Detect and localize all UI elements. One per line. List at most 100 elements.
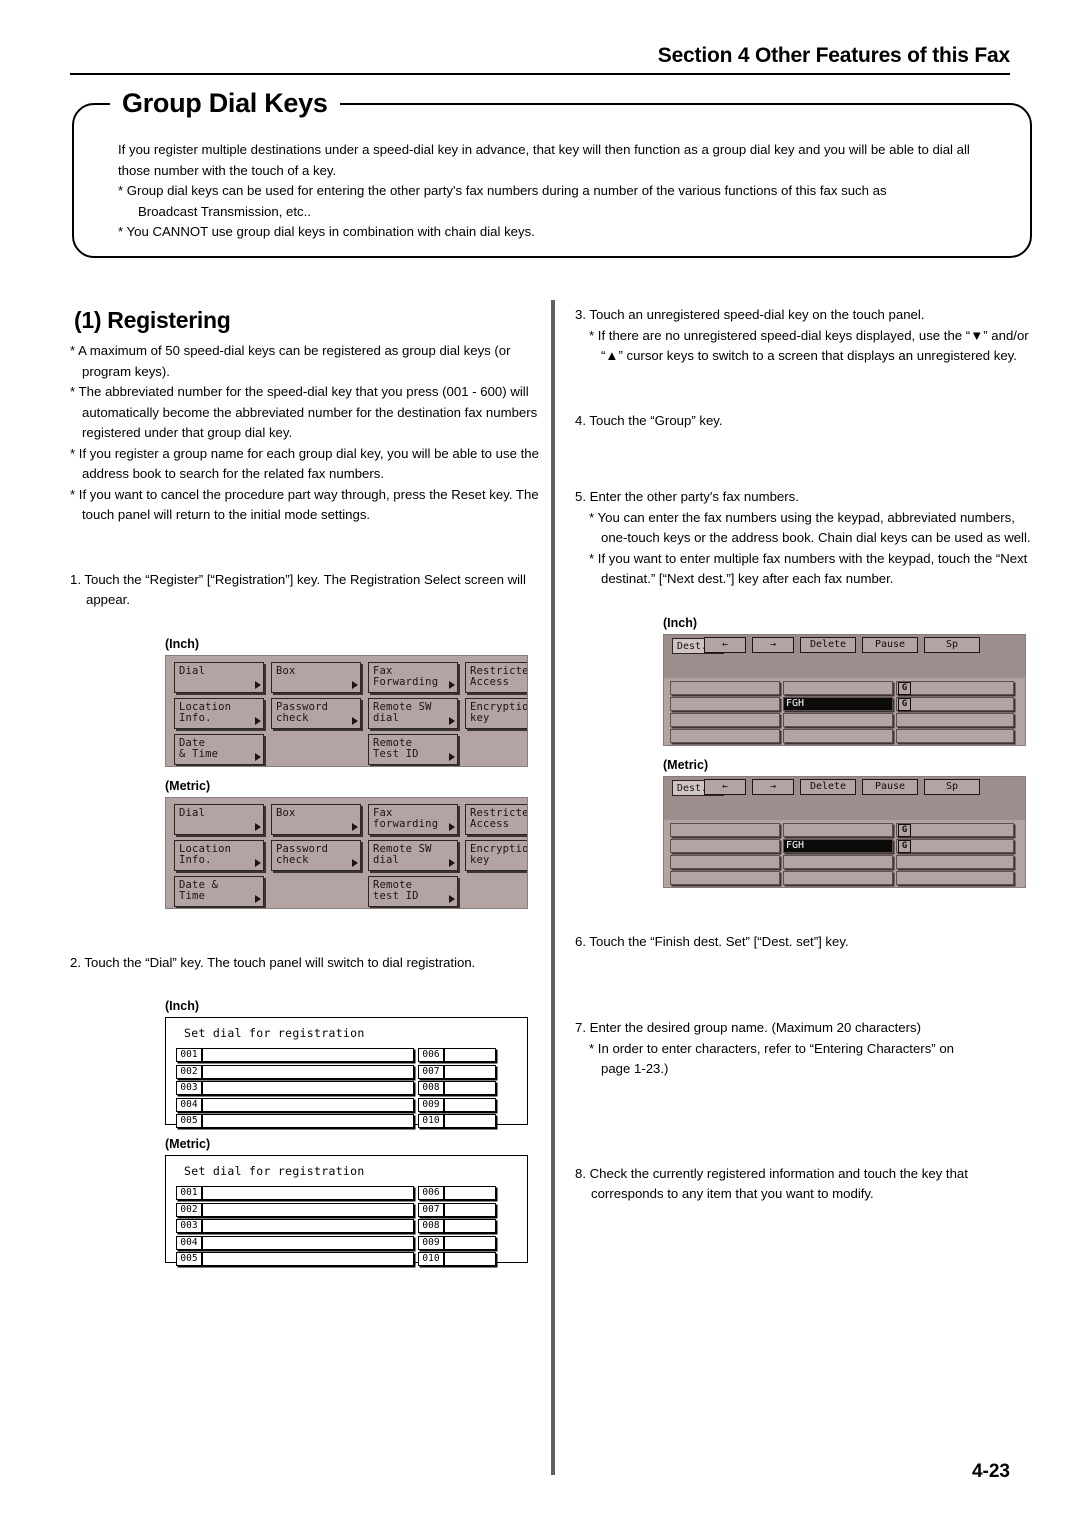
menu-key-password-check[interactable]: Password check <box>271 697 361 729</box>
section-heading-registering: (1) Registering <box>74 307 231 333</box>
dest-cell-selected[interactable]: FGH <box>783 696 893 711</box>
dial-entry-field[interactable] <box>444 1064 496 1079</box>
dest-cell[interactable] <box>896 680 1014 695</box>
dial-entry-field[interactable] <box>444 1048 496 1062</box>
menu-key-grid: Dial Box Fax Forwarding Restricted Acces… <box>174 661 527 766</box>
cursor-left-icon[interactable]: ← <box>704 636 746 653</box>
dial-entry-field[interactable] <box>202 1219 414 1233</box>
menu-key-fax-forwarding[interactable]: Fax Forwarding <box>368 661 458 693</box>
dest-cell[interactable] <box>670 680 780 695</box>
dest-cell[interactable] <box>670 870 780 885</box>
dest-cell[interactable] <box>896 838 1014 853</box>
menu-key-empty <box>465 734 527 765</box>
key-arrow-icon <box>255 680 261 689</box>
dial-entry-field[interactable] <box>444 1252 496 1266</box>
menu-key-box[interactable]: Box <box>271 661 361 693</box>
dial-entry-field[interactable] <box>444 1097 496 1112</box>
dial-entry-field[interactable] <box>202 1048 414 1062</box>
dest-cell[interactable] <box>896 696 1014 711</box>
dest-cell[interactable] <box>896 822 1014 837</box>
lcd-dest-entry-inch[interactable]: Dest. 1 ☎: FGH ← → Delete Pause Sp FGH <box>663 633 1026 746</box>
intro-body: If you register multiple destinations un… <box>118 140 998 243</box>
dial-entry-field[interactable] <box>444 1235 496 1250</box>
dial-entry-field[interactable] <box>444 1186 496 1200</box>
dial-entry-field[interactable] <box>202 1202 414 1217</box>
dial-number: 003 <box>176 1219 202 1233</box>
lcd-registration-select-metric[interactable]: Dial Box Fax forwarding Restricted Acces… <box>165 796 528 909</box>
cursor-right-icon[interactable]: → <box>752 636 794 653</box>
menu-key-dial[interactable]: Dial <box>174 661 264 693</box>
dial-entry-field[interactable] <box>202 1235 414 1250</box>
menu-key-empty <box>271 734 361 765</box>
pause-button[interactable]: Pause <box>862 636 918 653</box>
dial-entry-field[interactable] <box>444 1081 496 1095</box>
menu-key-remote-test-id[interactable]: Remote Test ID <box>368 733 458 765</box>
dest-cell-selected[interactable]: FGH <box>783 838 893 853</box>
dial-entry-field[interactable] <box>444 1114 496 1128</box>
dest-cell[interactable] <box>896 728 1014 743</box>
menu-key-label: Date & Time <box>179 736 219 760</box>
lcd-set-dial-metric[interactable]: Set dial for registration 001 006 002 00… <box>165 1155 528 1266</box>
menu-key-dial[interactable]: Dial <box>174 803 264 835</box>
dial-entry-field[interactable] <box>444 1202 496 1217</box>
dial-number: 007 <box>418 1064 444 1079</box>
dest-row <box>670 822 1025 837</box>
menu-key-location-info[interactable]: Location Info. <box>174 697 264 729</box>
dest-cell[interactable] <box>783 870 893 885</box>
dial-entry-field[interactable] <box>202 1252 414 1266</box>
dest-cell[interactable] <box>783 680 893 695</box>
delete-button[interactable]: Delete <box>800 778 856 795</box>
menu-key-fax-forwarding[interactable]: Fax forwarding <box>368 803 458 835</box>
dial-number: 005 <box>176 1114 202 1128</box>
dial-row: 004 009 <box>176 1235 519 1250</box>
cursor-right-icon[interactable]: → <box>752 778 794 795</box>
key-arrow-icon <box>352 822 358 831</box>
menu-key-encryption-key[interactable]: Encryption key <box>465 839 527 871</box>
dial-entry-field[interactable] <box>202 1064 414 1079</box>
menu-key-label: Password check <box>276 842 329 866</box>
dest-cell[interactable] <box>783 728 893 743</box>
dest-cell[interactable] <box>896 870 1014 885</box>
menu-key-restricted-access[interactable]: Restricted Access <box>465 661 527 693</box>
dial-entry-field[interactable] <box>202 1114 414 1128</box>
menu-key-label: Restricted Access <box>470 664 527 688</box>
dial-entry-field[interactable] <box>202 1081 414 1095</box>
menu-key-restricted-access[interactable]: Restricted Access <box>465 803 527 835</box>
dest-cell[interactable] <box>670 822 780 837</box>
menu-key-password-check[interactable]: Password check <box>271 839 361 871</box>
menu-key-date-time[interactable]: Date & Time <box>174 733 264 765</box>
dest-cell[interactable] <box>670 854 780 869</box>
dial-entry-field[interactable] <box>202 1186 414 1200</box>
dial-number: 007 <box>418 1202 444 1217</box>
lcd-dest-entry-metric[interactable]: Dest. 1 ☎: FGH ← → Delete Pause Sp FGH <box>663 775 1026 888</box>
menu-key-remote-sw-dial[interactable]: Remote SW dial <box>368 839 458 871</box>
dest-cell[interactable] <box>670 712 780 727</box>
dial-entry-field[interactable] <box>444 1219 496 1233</box>
menu-key-remote-sw-dial[interactable]: Remote SW dial <box>368 697 458 729</box>
space-button[interactable]: Sp <box>924 636 980 653</box>
intro-paragraph: Broadcast Transmission, etc.. <box>138 203 311 219</box>
cursor-left-icon[interactable]: ← <box>704 778 746 795</box>
dest-cell[interactable] <box>783 854 893 869</box>
note-item: * If you want to cancel the procedure pa… <box>70 486 539 523</box>
dest-cell[interactable] <box>896 854 1014 869</box>
dest-cell[interactable] <box>670 838 780 853</box>
dest-cell[interactable] <box>783 712 893 727</box>
menu-key-encryption-key[interactable]: Encryption key <box>465 697 527 729</box>
lcd-registration-select-inch[interactable]: Dial Box Fax Forwarding Restricted Acces… <box>165 654 528 767</box>
step-1: 1. Touch the “Register” [“Registration”]… <box>70 571 526 608</box>
dest-cell[interactable] <box>783 822 893 837</box>
lcd-set-dial-inch[interactable]: Set dial for registration 001 006 002 00… <box>165 1017 528 1128</box>
menu-key-label: Dial <box>179 806 206 819</box>
dial-entry-field[interactable] <box>202 1097 414 1112</box>
menu-key-location-info[interactable]: Location Info. <box>174 839 264 871</box>
menu-key-date-time[interactable]: Date & Time <box>174 875 264 907</box>
dest-cell[interactable] <box>896 712 1014 727</box>
menu-key-box[interactable]: Box <box>271 803 361 835</box>
space-button[interactable]: Sp <box>924 778 980 795</box>
delete-button[interactable]: Delete <box>800 636 856 653</box>
menu-key-remote-test-id[interactable]: Remote test ID <box>368 875 458 907</box>
dest-cell[interactable] <box>670 696 780 711</box>
dest-cell[interactable] <box>670 728 780 743</box>
pause-button[interactable]: Pause <box>862 778 918 795</box>
